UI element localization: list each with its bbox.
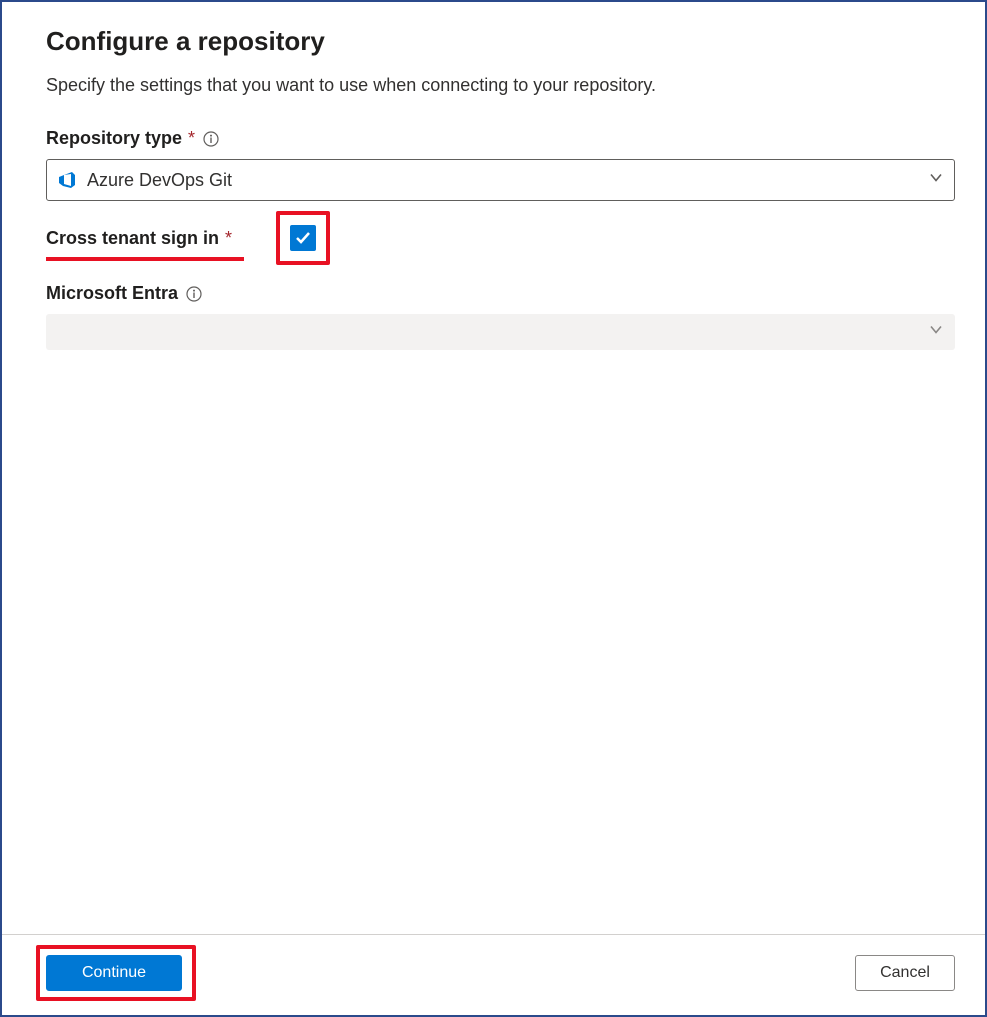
repository-type-value: Azure DevOps Git (87, 170, 916, 191)
field-microsoft-entra: Microsoft Entra (46, 283, 955, 350)
info-icon[interactable] (186, 286, 202, 302)
cross-tenant-label-wrap: Cross tenant sign in * (46, 228, 232, 249)
cross-tenant-checkbox[interactable] (290, 225, 316, 251)
microsoft-entra-label: Microsoft Entra (46, 283, 178, 304)
azure-devops-icon (57, 170, 77, 190)
highlight-underline (46, 257, 244, 261)
panel-content: Configure a repository Specify the setti… (2, 2, 985, 350)
field-repository-type: Repository type * Azure DevOps Git (46, 128, 955, 201)
footer: Continue Cancel (2, 934, 985, 1015)
required-marker: * (225, 228, 232, 249)
repository-type-select[interactable]: Azure DevOps Git (46, 159, 955, 201)
microsoft-entra-select[interactable] (46, 314, 955, 350)
info-icon[interactable] (203, 131, 219, 147)
field-label-row: Microsoft Entra (46, 283, 955, 304)
field-label-row: Repository type * (46, 128, 955, 149)
cancel-button[interactable]: Cancel (855, 955, 955, 991)
continue-button[interactable]: Continue (46, 955, 182, 991)
page-subtitle: Specify the settings that you want to us… (46, 75, 955, 96)
repository-type-select-wrap: Azure DevOps Git (46, 159, 955, 201)
required-marker: * (188, 128, 195, 149)
cross-tenant-row: Cross tenant sign in * (46, 225, 955, 251)
field-cross-tenant: Cross tenant sign in * (46, 225, 955, 261)
microsoft-entra-select-wrap (46, 314, 955, 350)
cross-tenant-label: Cross tenant sign in (46, 228, 219, 249)
page-title: Configure a repository (46, 26, 955, 57)
repository-type-label: Repository type (46, 128, 182, 149)
